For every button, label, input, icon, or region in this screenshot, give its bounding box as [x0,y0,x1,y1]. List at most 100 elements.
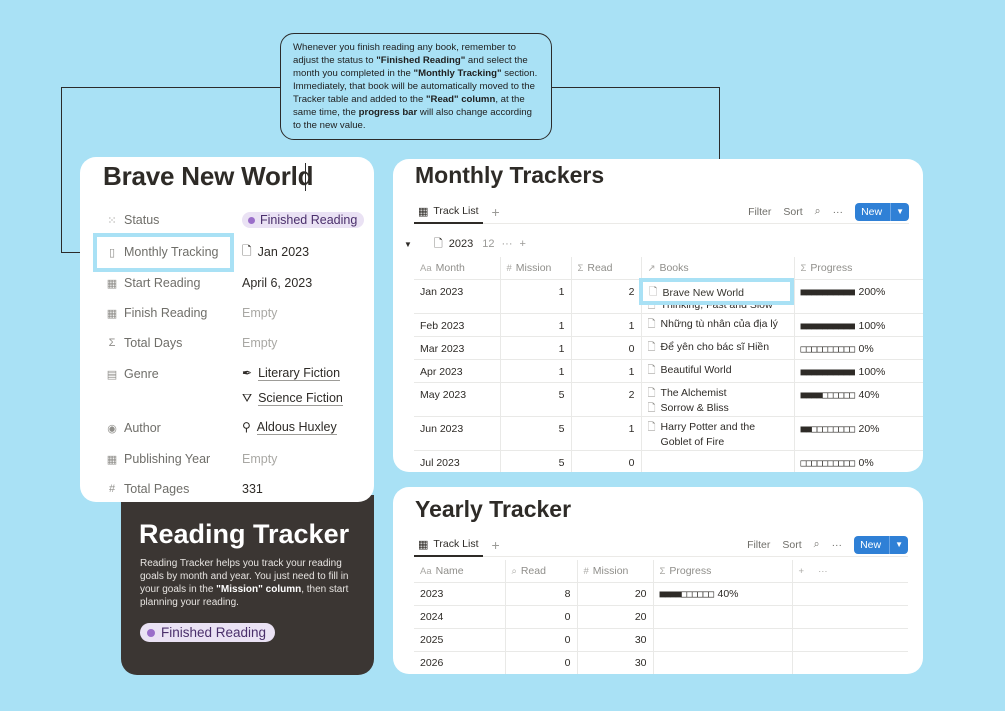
add-icon[interactable]: + [520,238,526,250]
name-cell[interactable]: 2025 [414,628,506,652]
filter-button[interactable]: Filter [748,206,771,218]
toggle-icon[interactable]: ▼ [404,240,412,249]
highlighted-book[interactable]: 🗋 Brave New World [649,284,744,302]
read-cell[interactable]: 0 [505,651,578,674]
book-item[interactable]: 🗋 Những tù nhân của địa lý [648,317,788,332]
more-icon[interactable]: ··· [502,238,513,250]
books-cell[interactable]: 🗋 Harry Potter and the Goblet of Fire [641,416,795,451]
table-row[interactable]: May 2023 5 2 🗋 The Alchemist 🗋 Sorrow & Bliss ■… [414,382,923,417]
column-header-month[interactable]: Aa Month [414,257,501,280]
property-start-reading[interactable]: ▦ Start Reading [105,272,201,294]
table-row[interactable]: 2025 0 30 [414,628,908,652]
filter-button[interactable]: Filter [747,539,770,551]
column-header-mission[interactable]: # Mission [577,560,654,583]
month-cell[interactable]: Apr 2023 [414,359,501,383]
property-total-pages[interactable]: # Total Pages [105,478,189,500]
month-cell[interactable]: Jul 2023 [414,450,501,472]
book-item[interactable]: 🗋 Sorrow & Bliss [648,401,788,416]
read-cell[interactable]: 2 [571,279,642,314]
more-icon[interactable]: ··· [818,566,828,577]
month-cell[interactable]: Feb 2023 [414,313,501,337]
read-cell[interactable]: 1 [571,359,642,383]
mission-cell[interactable]: 1 [500,279,572,314]
mission-cell[interactable]: 30 [577,651,654,674]
new-button[interactable]: New ▼ [855,202,909,221]
start-reading-value[interactable]: April 6, 2023 [242,272,312,294]
read-cell[interactable]: 2 [571,382,642,417]
mission-cell[interactable]: 5 [500,450,572,472]
empty-cell[interactable] [792,582,908,606]
read-cell[interactable]: 0 [571,450,642,472]
mission-cell[interactable]: 20 [577,582,654,606]
table-row[interactable]: 2024 0 20 [414,605,908,629]
property-author[interactable]: ◉ Author [105,417,161,439]
month-cell[interactable]: May 2023 [414,382,501,417]
books-cell[interactable]: 🗋 Để yên cho bác sĩ Hiền [641,336,795,360]
books-cell[interactable] [641,450,795,472]
table-row[interactable]: 2026 0 30 [414,651,908,674]
property-finish-reading[interactable]: ▦ Finish Reading [105,302,208,324]
publishing-year-value[interactable]: Empty [242,448,277,470]
mission-cell[interactable]: 5 [500,382,572,417]
search-icon[interactable]: ⌕ [814,538,820,551]
book-item[interactable]: 🗋 Để yên cho bác sĩ Hiền [648,340,788,355]
genre-literary-fiction[interactable]: ✒ Literary Fiction [242,362,341,384]
mission-cell[interactable]: 1 [500,359,572,383]
genre-science-fiction[interactable]: ⛛ Science Fiction [242,387,343,409]
total-pages-value[interactable]: 331 [242,478,263,500]
read-cell[interactable]: 8 [505,582,578,606]
read-cell[interactable]: 0 [571,336,642,360]
book-item[interactable]: 🗋 Harry Potter and the Goblet of Fire [648,420,788,450]
book-item[interactable]: 🗋 Beautiful World [648,363,788,378]
empty-cell[interactable] [792,605,908,629]
search-icon[interactable]: ⌕ [815,205,821,218]
books-cell[interactable]: 🗋 Beautiful World [641,359,795,383]
monthly-tracking-value[interactable]: 🗋 Jan 2023 [242,241,309,263]
mission-cell[interactable]: 1 [500,313,572,337]
mission-cell[interactable]: 30 [577,628,654,652]
read-cell[interactable]: 0 [505,605,578,629]
books-cell[interactable]: 🗋 Những tù nhân của địa lý [641,313,795,337]
status-value[interactable]: Finished Reading [242,209,365,231]
tab-track-list[interactable]: ▦ Track List [414,200,483,224]
chevron-down-icon[interactable]: ▼ [890,202,909,221]
empty-cell[interactable] [792,651,908,674]
property-publishing-year[interactable]: ▦ Publishing Year [105,448,210,470]
more-icon[interactable]: ··· [833,206,844,218]
new-button[interactable]: New ▼ [854,535,908,554]
read-cell[interactable]: 1 [571,416,642,451]
tab-track-list[interactable]: ▦ Track List [414,533,483,557]
read-cell[interactable]: 1 [571,313,642,337]
sort-button[interactable]: Sort [783,206,802,218]
column-header-mission[interactable]: # Mission [500,257,572,280]
column-header-read[interactable]: Σ Read [571,257,642,280]
month-cell[interactable]: Jan 2023 [414,279,501,314]
column-header-name[interactable]: Aa Name [414,560,506,583]
property-total-days[interactable]: Σ Total Days [105,332,183,354]
mission-cell[interactable]: 1 [500,336,572,360]
name-cell[interactable]: 2026 [414,651,506,674]
author-value[interactable]: ⚲ Aldous Huxley [242,416,337,438]
table-row[interactable]: 2023 8 20 ■■■■□□□□□□ 40% [414,582,908,606]
add-column-icon[interactable]: + [799,566,805,577]
column-header-books[interactable]: ↗ Books [641,257,795,280]
page-title[interactable]: Brave New World [103,161,314,192]
add-view-icon[interactable]: + [492,204,500,220]
chevron-down-icon[interactable]: ▼ [889,535,908,554]
column-header-progress[interactable]: Σ Progress [653,560,793,583]
column-header-progress[interactable]: Σ Progress [794,257,923,280]
finish-reading-value[interactable]: Empty [242,302,277,324]
add-view-icon[interactable]: + [492,537,500,553]
table-row[interactable]: Mar 2023 1 0 🗋 Để yên cho bác sĩ Hiền □□□□□□□… [414,336,923,360]
name-cell[interactable]: 2023 [414,582,506,606]
books-cell[interactable]: 🗋 The Alchemist 🗋 Sorrow & Bliss [641,382,795,417]
table-row[interactable]: Feb 2023 1 1 🗋 Những tù nhân của địa lý ■■■■■… [414,313,923,337]
total-days-value[interactable]: Empty [242,332,277,354]
mission-cell[interactable]: 5 [500,416,572,451]
table-row[interactable]: Jun 2023 5 1 🗋 Harry Potter and the Goblet o… [414,416,923,451]
sort-button[interactable]: Sort [782,539,801,551]
mission-cell[interactable]: 20 [577,605,654,629]
month-cell[interactable]: Jun 2023 [414,416,501,451]
group-header-2023[interactable]: ▼ 🗋 2023 12 ··· + [404,235,526,253]
book-item[interactable]: 🗋 The Alchemist [648,386,788,401]
